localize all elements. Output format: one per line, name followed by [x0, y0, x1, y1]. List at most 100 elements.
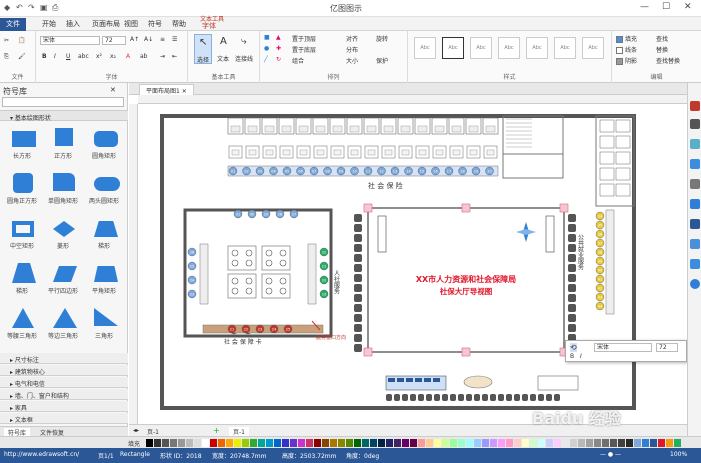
shape-item[interactable]: 梯形 [2, 260, 42, 296]
color-swatch[interactable] [498, 439, 505, 447]
save-icon[interactable]: ▣ [40, 3, 48, 12]
color-swatch[interactable] [242, 439, 249, 447]
panel-close-icon[interactable]: ✕ [110, 86, 116, 94]
color-swatch[interactable] [146, 439, 153, 447]
drawing-canvas[interactable]: 01 02 03 04 05 06 07 08 09 10 11 12 13 14 15 16 17 18 19 20… [138, 104, 687, 424]
connector-tool-button[interactable]: ⤷ 连接线 [235, 34, 257, 64]
highlight-icon[interactable]: ab [140, 53, 148, 60]
active-page-tab[interactable]: 页-1 [229, 427, 249, 436]
arrange-item[interactable]: 分布 [346, 45, 358, 54]
style-preset[interactable]: Abc [582, 37, 604, 59]
color-swatch[interactable] [602, 439, 609, 447]
color-swatch[interactable] [490, 439, 497, 447]
edit-item[interactable]: 查找替换 [656, 56, 680, 65]
color-swatch[interactable] [418, 439, 425, 447]
style-preset[interactable]: Abc [498, 37, 520, 59]
undo-icon[interactable]: ↶ [16, 3, 23, 12]
color-swatch[interactable] [226, 439, 233, 447]
document-tab[interactable]: 平面布局图1 ✕ [139, 84, 194, 95]
color-swatch[interactable] [586, 439, 593, 447]
color-swatch[interactable] [482, 439, 489, 447]
color-swatch[interactable] [610, 439, 617, 447]
format-painter-icon[interactable]: 🖌 [18, 53, 26, 60]
shape-item[interactable]: 正方形 [43, 125, 83, 161]
color-swatch[interactable] [258, 439, 265, 447]
select-tool-button[interactable]: ↖ 选择 [194, 34, 212, 64]
color-swatch[interactable] [554, 439, 561, 447]
help-icon[interactable] [690, 279, 700, 289]
color-swatch[interactable] [178, 439, 185, 447]
color-swatch[interactable] [186, 439, 193, 447]
shrink-font-icon[interactable]: A↓ [144, 36, 153, 43]
color-swatch[interactable] [642, 439, 649, 447]
edit-item[interactable]: 查找 [656, 34, 668, 43]
zoom-slider[interactable]: — ● — [600, 451, 621, 458]
arrange-item[interactable]: 组合 [292, 56, 304, 65]
maximize-icon[interactable]: ☐ [662, 2, 670, 12]
shape-item[interactable]: 单圆角矩形 [43, 170, 83, 206]
category-furniture[interactable]: ▸ 家具 [0, 401, 128, 412]
add-page-button[interactable]: + [213, 426, 220, 435]
color-swatch[interactable] [458, 439, 465, 447]
color-swatch[interactable] [322, 439, 329, 447]
color-swatch[interactable] [194, 439, 201, 447]
paste-icon[interactable]: 📋 [18, 37, 25, 44]
shape-item[interactable]: 长方形 [2, 125, 42, 161]
color-swatch[interactable] [250, 439, 257, 447]
popup-style-icon[interactable]: ⟲ [570, 343, 577, 352]
color-swatch[interactable] [658, 439, 665, 447]
strikethrough-icon[interactable]: abc [78, 53, 89, 60]
color-swatch[interactable] [362, 439, 369, 447]
text-tool-button[interactable]: A 文本 [215, 34, 233, 64]
subscript-icon[interactable]: x₂ [110, 53, 116, 60]
color-swatch[interactable] [154, 439, 161, 447]
print-icon[interactable]: ⎙ [52, 3, 58, 13]
arrange-item[interactable]: 对齐 [346, 34, 358, 43]
close-icon[interactable]: ✕ [684, 2, 692, 12]
line-button[interactable]: 线条 [616, 45, 637, 54]
color-swatch[interactable] [346, 439, 353, 447]
style-preset[interactable]: Abc [554, 37, 576, 59]
color-swatch[interactable] [210, 439, 217, 447]
color-swatch[interactable] [466, 439, 473, 447]
color-swatch[interactable] [546, 439, 553, 447]
category-electrical[interactable]: ▸ 电气和电信 [0, 377, 128, 388]
color-swatch[interactable] [538, 439, 545, 447]
globe-icon[interactable] [690, 219, 700, 229]
category-walls-doors[interactable]: ▸ 墙、门、窗户和结构 [0, 389, 128, 400]
popup-bold-icon[interactable]: B [570, 353, 574, 360]
color-swatch[interactable] [234, 439, 241, 447]
color-swatch[interactable] [274, 439, 281, 447]
color-swatch[interactable] [522, 439, 529, 447]
fill-button[interactable]: 填充 [616, 34, 637, 43]
data-panel-icon[interactable] [690, 179, 700, 189]
color-swatch[interactable] [314, 439, 321, 447]
image-panel-icon[interactable] [690, 139, 700, 149]
color-swatch[interactable] [506, 439, 513, 447]
grow-font-icon[interactable]: A↑ [130, 36, 139, 43]
category-textbox[interactable]: ▸ 文本框 [0, 413, 128, 424]
edit-panel-icon[interactable] [690, 119, 700, 129]
ellipse-shape-icon[interactable]: ● [264, 45, 269, 52]
color-swatch[interactable] [306, 439, 313, 447]
color-swatch[interactable] [218, 439, 225, 447]
status-url[interactable]: http://www.edrawsoft.cn/ [4, 451, 79, 458]
shape-item[interactable]: 平角矩形 [84, 260, 124, 296]
indent-icon[interactable]: ⇥ [160, 53, 165, 60]
color-swatch[interactable] [290, 439, 297, 447]
shape-item[interactable]: 等腰三角形 [2, 305, 42, 341]
color-swatch[interactable] [402, 439, 409, 447]
shape-item[interactable]: 菱形 [43, 215, 83, 251]
shape-fill-icon[interactable]: ▲ [276, 34, 281, 41]
color-swatch[interactable] [410, 439, 417, 447]
shape-item[interactable]: 中空矩形 [2, 215, 42, 251]
shadow-button[interactable]: 阴影 [616, 56, 637, 65]
color-swatch[interactable] [674, 439, 681, 447]
cut-icon[interactable]: ✂ [4, 37, 9, 44]
style-preset[interactable]: Abc [470, 37, 492, 59]
tab-view[interactable]: 视图 [118, 18, 144, 31]
color-swatch[interactable] [354, 439, 361, 447]
color-swatch[interactable] [162, 439, 169, 447]
underline-icon[interactable]: U [66, 53, 70, 60]
align-icon[interactable]: ≡ [160, 36, 165, 43]
